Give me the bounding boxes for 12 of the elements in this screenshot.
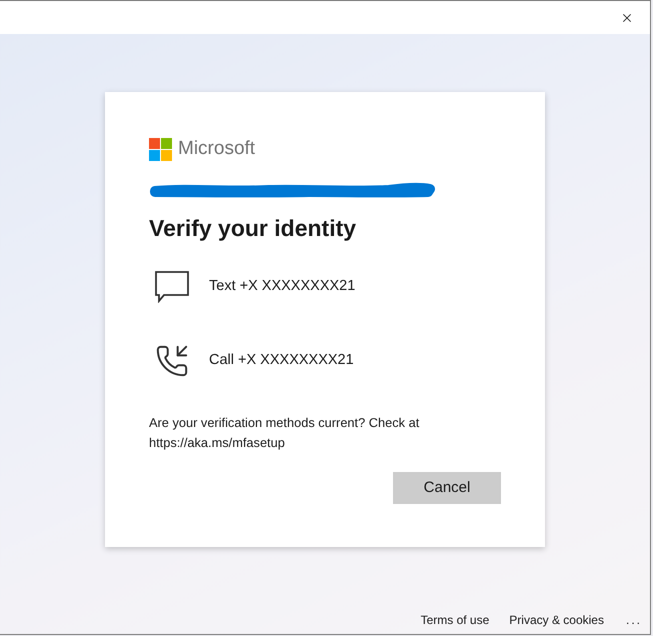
footer-link[interactable]: Privacy & cookies [509,611,604,629]
text-message-option[interactable]: Text +X XXXXXXXX21 [149,261,501,313]
speech-bubble-icon [155,271,189,303]
brand-name: Microsoft [178,137,256,161]
page-heading: Verify your identity [149,214,358,243]
four-squares-logo-icon [149,138,172,160]
more-options-button[interactable]: ... [624,611,644,629]
phone-call-option[interactable]: Call +X XXXXXXXX21 [149,335,501,387]
footer-link[interactable]: Terms of use [420,611,490,629]
phone-incoming-icon [155,344,189,378]
cancel-button[interactable]: Cancel [393,472,501,504]
verification-note: Are your verification methods current? Check at https://aka.ms/mfasetup [149,414,420,452]
